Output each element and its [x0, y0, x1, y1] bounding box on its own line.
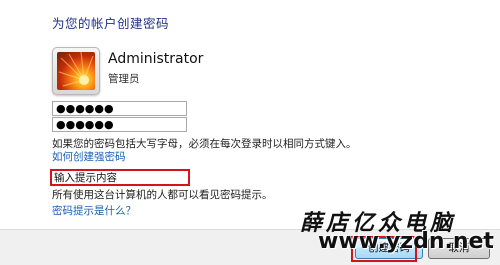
password-hint-help-link[interactable]: 密码提示是什么？ — [52, 203, 136, 218]
user-role: 管理员 — [108, 73, 140, 85]
watermark-url: www.yzdn.net — [318, 229, 494, 254]
user-avatar — [52, 47, 100, 95]
password-hint-input[interactable] — [54, 171, 184, 184]
flower-picture — [57, 52, 95, 90]
confirm-password-field[interactable]: ●●●●●● — [52, 117, 187, 132]
user-name: Administrator — [108, 51, 204, 67]
strong-password-link[interactable]: 如何创建强密码 — [52, 149, 126, 164]
page-title: 为您的帐户创建密码 — [52, 16, 170, 31]
hint-visibility-note: 所有使用这台计算机的人都可以看见密码提示。 — [52, 189, 273, 201]
flower-icon — [58, 52, 94, 87]
password-hint-field-highlight[interactable] — [50, 169, 190, 186]
new-password-field[interactable]: ●●●●●● — [52, 101, 187, 116]
